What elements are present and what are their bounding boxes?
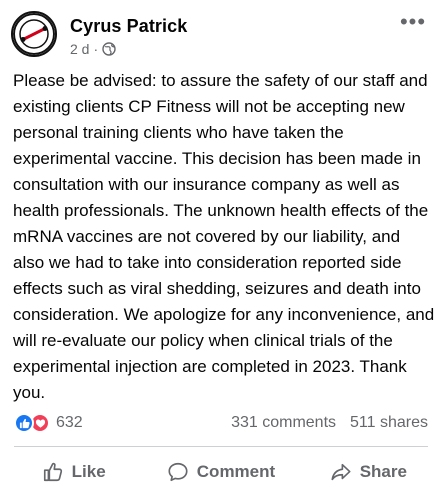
thumbs-up-icon [43,462,62,482]
post-header: Cyrus Patrick 2 d · ••• [0,0,442,68]
post-meta: 2 d · [70,41,116,57]
cp-fitness-logo-icon [13,13,55,55]
author-name[interactable]: Cyrus Patrick [70,16,187,37]
divider [14,446,428,447]
post-actions: Like Comment Share [0,450,442,494]
share-button[interactable]: Share [295,450,442,494]
post-stats: 632 331 comments 511 shares [0,410,442,438]
share-label: Share [359,462,407,481]
shares-count[interactable]: 511 shares [350,414,428,432]
more-options-icon[interactable]: ••• [398,11,428,33]
comments-count[interactable]: 331 comments [231,414,336,432]
share-arrow-icon [331,463,351,481]
reactions-summary[interactable]: 632 [14,413,83,433]
globe-icon [102,42,116,56]
comment-label: Comment [196,462,276,481]
like-label: Like [71,462,106,481]
avatar[interactable] [11,11,57,57]
engagement-counts: 331 comments 511 shares [231,414,428,432]
facebook-post: Cyrus Patrick 2 d · ••• Please be advise… [0,0,442,500]
post-time[interactable]: 2 d [70,41,89,57]
like-button[interactable]: Like [0,450,147,494]
comment-button[interactable]: Comment [147,450,294,494]
like-reaction-icon [14,413,34,433]
comment-icon [168,462,188,482]
reaction-count: 632 [56,414,83,431]
post-text: Please be advised: to assure the safety … [13,71,435,402]
meta-separator: · [93,41,99,57]
